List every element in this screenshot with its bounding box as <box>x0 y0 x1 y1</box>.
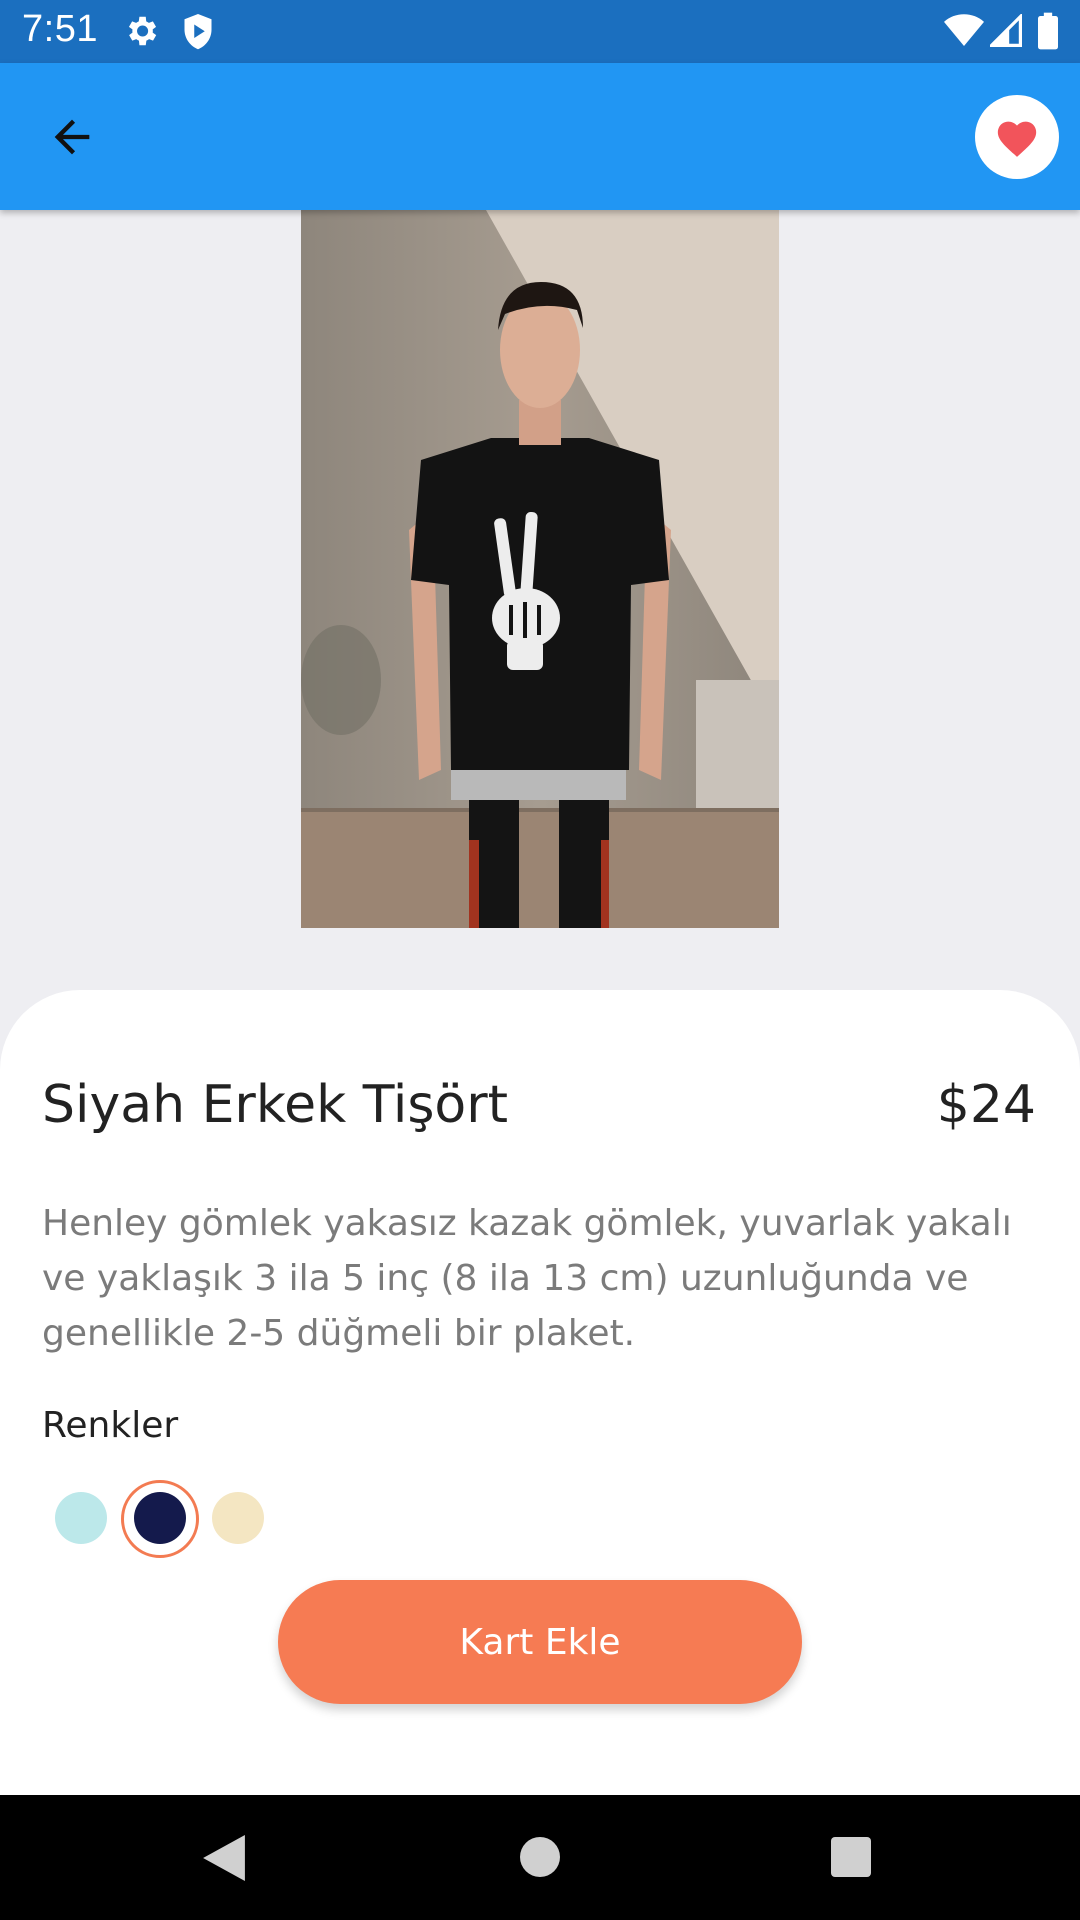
system-nav-bar <box>0 1795 1080 1920</box>
product-price: $24 <box>936 1075 1036 1135</box>
nav-back-icon[interactable] <box>202 1835 246 1881</box>
app-bar <box>0 63 1080 210</box>
favorite-button[interactable] <box>975 95 1059 179</box>
arrow-left-icon <box>54 119 90 155</box>
back-button[interactable] <box>40 109 106 165</box>
colors-label: Renkler <box>42 1405 179 1446</box>
settings-icon <box>122 12 160 54</box>
color-option-navy[interactable] <box>134 1492 186 1544</box>
battery-icon <box>1038 12 1058 54</box>
add-to-cart-button[interactable]: Kart Ekle <box>278 1580 802 1704</box>
status-time: 7:51 <box>22 8 98 50</box>
shield-play-icon <box>180 12 216 56</box>
status-bar: 7:51 <box>0 0 1080 63</box>
nav-home-icon[interactable] <box>520 1837 560 1877</box>
product-title: Siyah Erkek Tişört <box>42 1075 508 1135</box>
nav-recents-icon[interactable] <box>831 1837 871 1877</box>
product-description: Henley gömlek yakasız kazak gömlek, yuva… <box>42 1203 1012 1354</box>
color-option-cream[interactable] <box>212 1492 264 1544</box>
heart-icon <box>997 121 1037 157</box>
color-option-light-cyan[interactable] <box>55 1492 107 1544</box>
signal-icon <box>987 12 1022 52</box>
wifi-icon <box>944 14 984 52</box>
product-image <box>301 210 779 928</box>
